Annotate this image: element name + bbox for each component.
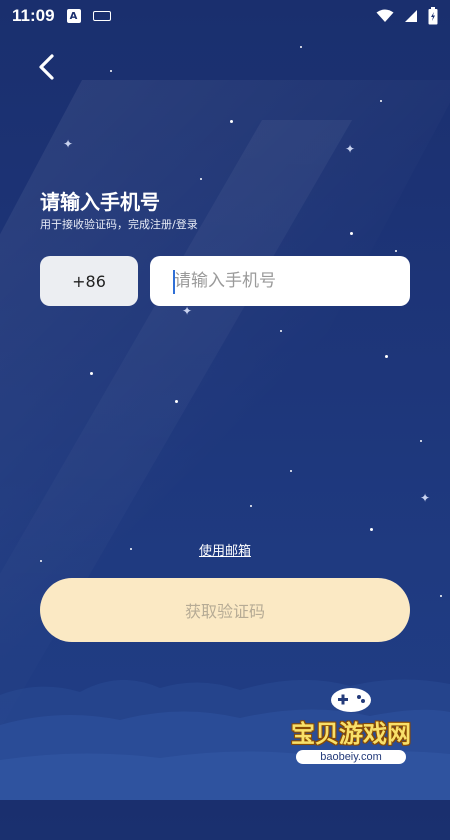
- page-title: 请输入手机号: [40, 190, 160, 214]
- watermark-title: 宝贝游戏网: [291, 720, 411, 748]
- watermark-logo: 宝贝游戏网 baobeiy.com: [276, 688, 426, 782]
- battery-icon: [428, 7, 438, 25]
- status-time: 11:09: [12, 6, 55, 25]
- country-code-selector[interactable]: +86: [40, 256, 138, 306]
- watermark-url: baobeiy.com: [296, 750, 406, 764]
- a-icon: A: [66, 9, 81, 23]
- status-bar: 11:09 A: [0, 0, 450, 32]
- keyboard-icon: [92, 11, 111, 21]
- status-right: [376, 7, 438, 25]
- country-code-label: +86: [72, 271, 106, 291]
- wifi-icon: [376, 9, 394, 22]
- use-email-link[interactable]: 使用邮箱: [0, 540, 450, 559]
- chevron-left-icon: [39, 54, 54, 80]
- signal-icon: [405, 10, 417, 22]
- back-button[interactable]: [32, 50, 62, 84]
- phone-input[interactable]: [150, 256, 410, 306]
- text-caret: [173, 270, 175, 294]
- page-subtitle: 用于接收验证码，完成注册/登录: [40, 218, 198, 231]
- get-code-button[interactable]: 获取验证码: [40, 578, 410, 642]
- gamepad-icon: [331, 688, 371, 712]
- status-left: 11:09 A: [12, 6, 111, 26]
